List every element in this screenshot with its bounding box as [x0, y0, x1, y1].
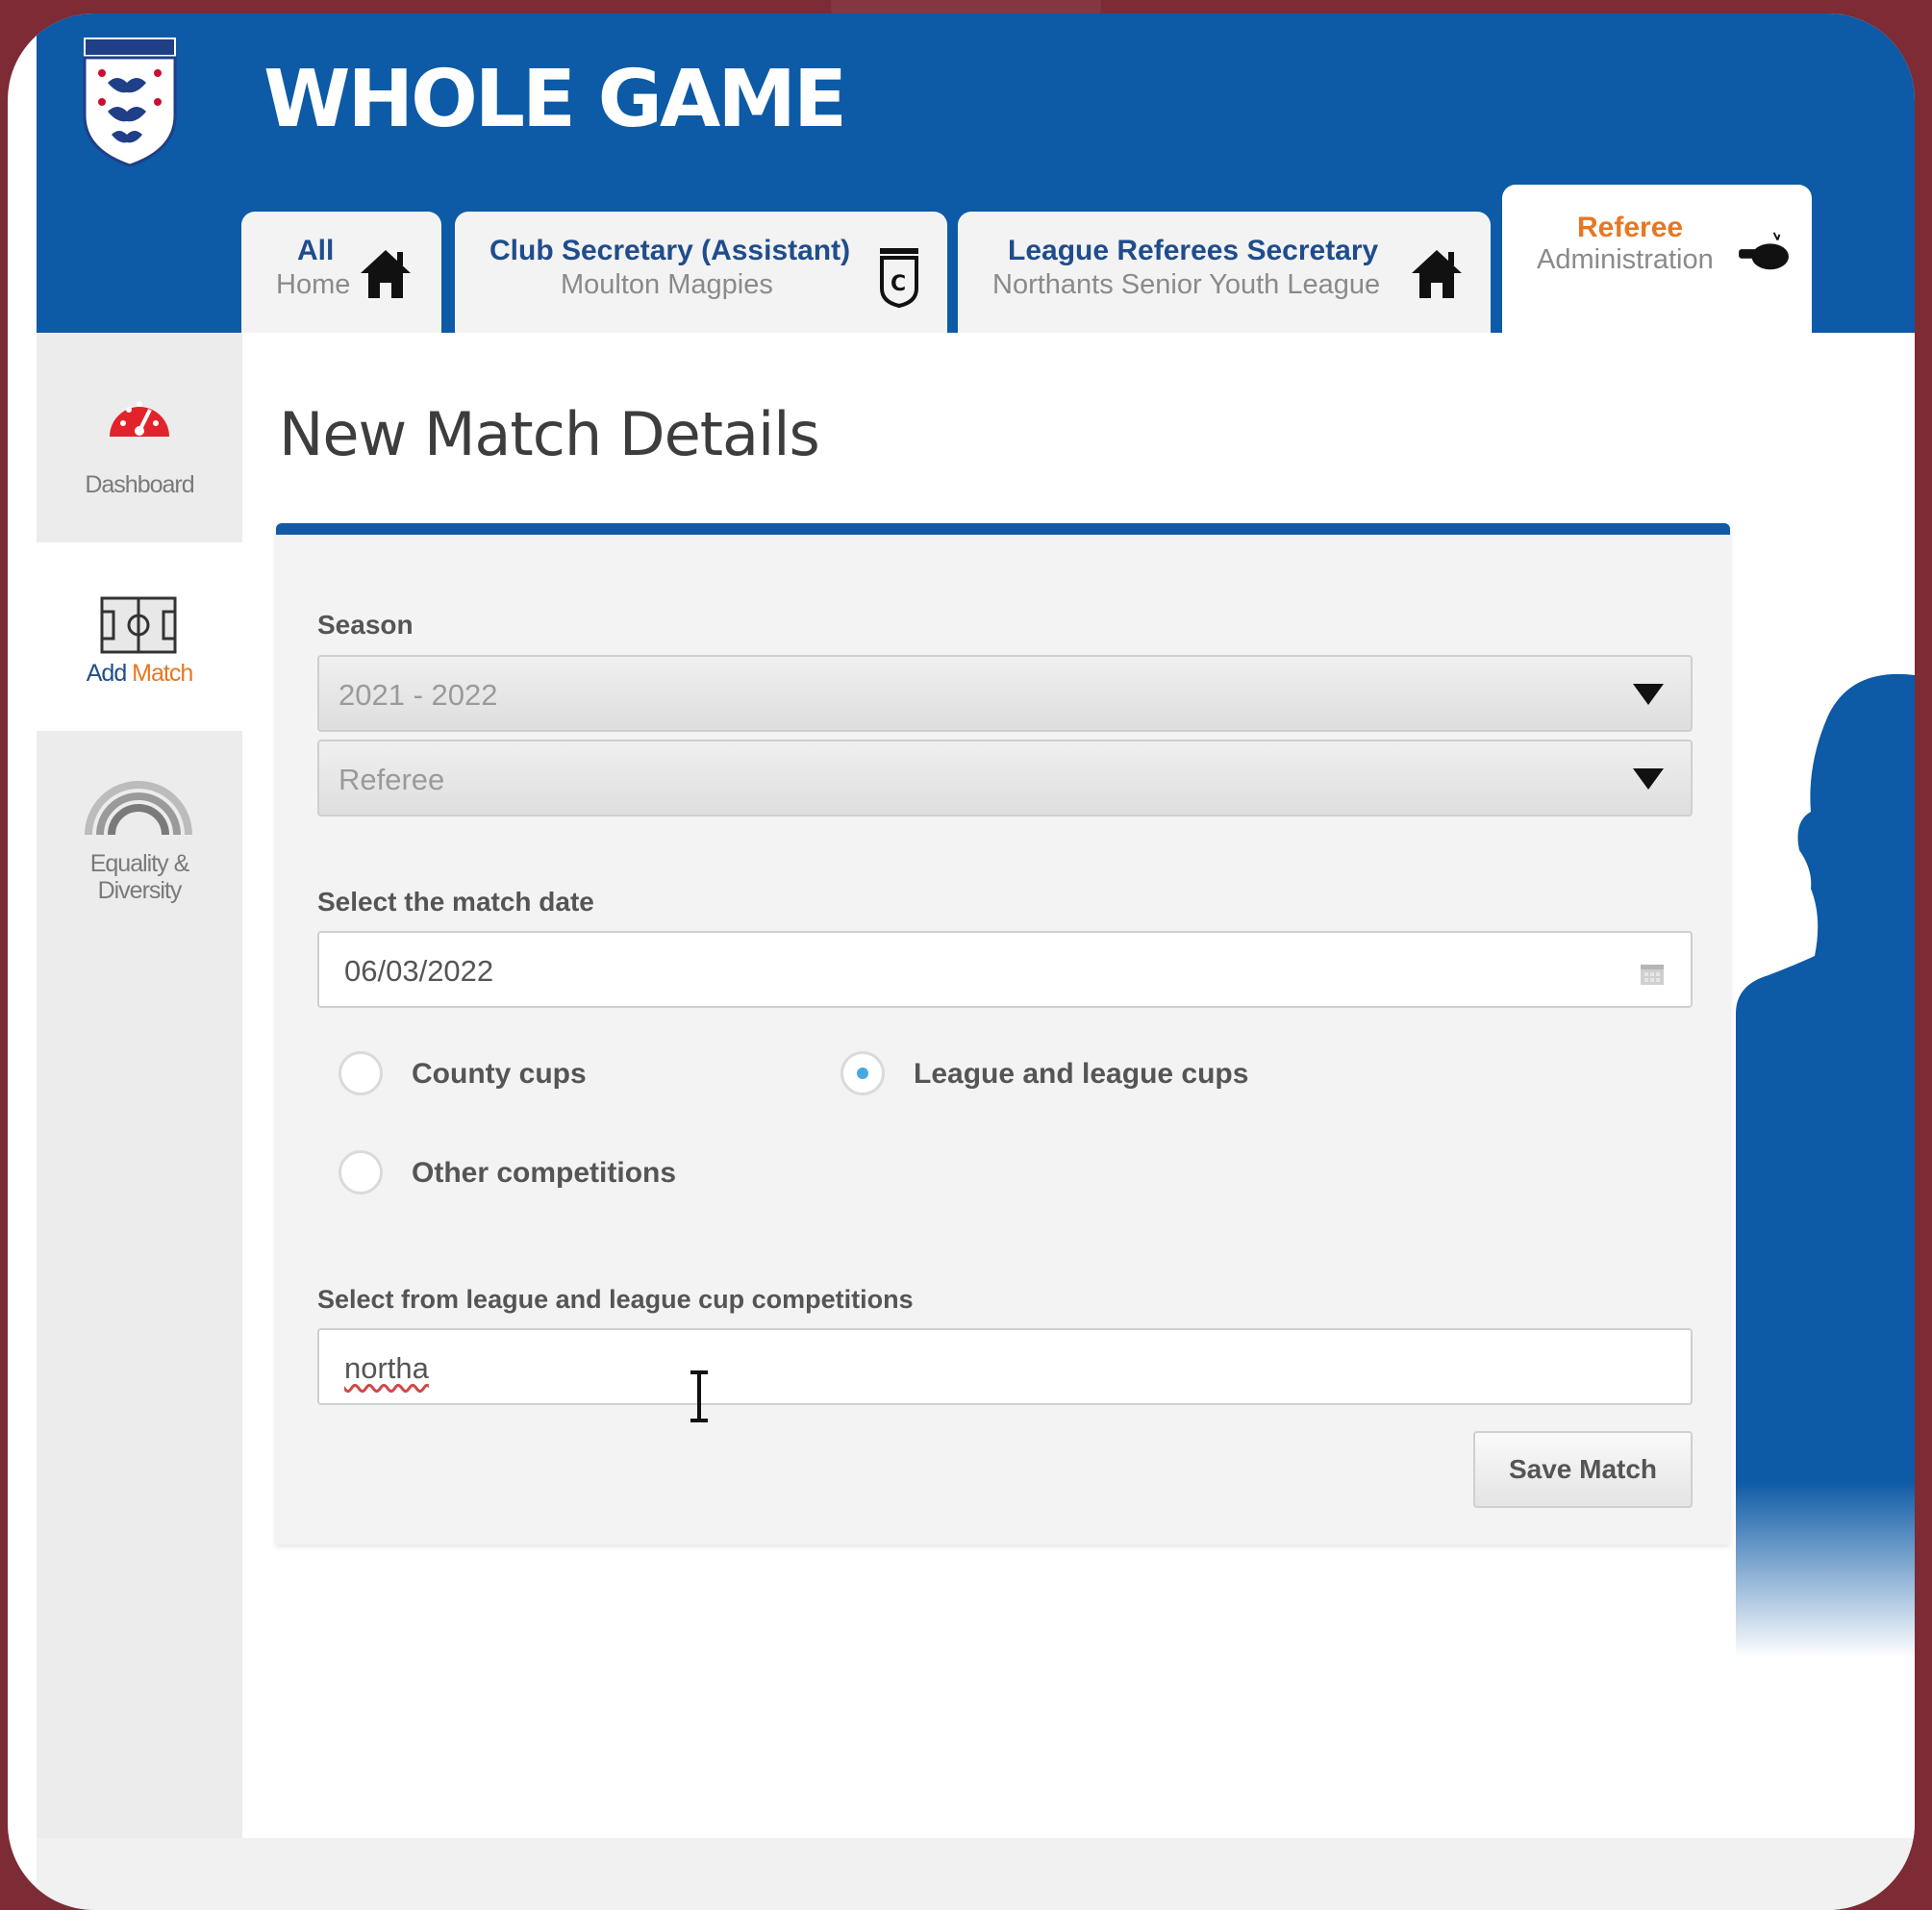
page-title: New Match Details — [279, 399, 820, 469]
season-label: Season — [317, 610, 414, 640]
tab-line2: Moulton Magpies — [561, 269, 773, 300]
radio-other-competitions[interactable] — [339, 1150, 383, 1194]
competition-label: Select from league and league cup compet… — [317, 1285, 914, 1314]
match-date-label: Select the match date — [317, 887, 594, 917]
tab-league-referees-secretary[interactable]: League Referees Secretary Northants Seni… — [958, 212, 1491, 333]
tab-all-home[interactable]: All Home — [241, 212, 441, 333]
radio-other-competitions-label[interactable]: Other competitions — [412, 1157, 676, 1190]
season-select-value: 2021 - 2022 — [339, 678, 498, 712]
sidebar-item-dashboard[interactable]: Dashboard — [37, 333, 242, 525]
tab-line1: Club Secretary (Assistant) — [489, 235, 851, 266]
role-select-value: Referee — [339, 763, 445, 796]
radio-county-cups-label[interactable]: County cups — [412, 1058, 587, 1091]
season-select[interactable]: 2021 - 2022 — [317, 655, 1693, 732]
tab-line1: All — [297, 235, 335, 266]
pitch-icon — [100, 596, 177, 654]
sidebar-item-label-line1: Equality & — [89, 850, 190, 877]
tab-referee-administration[interactable]: Referee Administration — [1502, 185, 1812, 339]
calendar-icon[interactable] — [1639, 960, 1666, 987]
competition-search-input[interactable]: northa — [317, 1328, 1693, 1405]
sidebar-item-label: Dashboard — [85, 471, 194, 498]
fa-crest-logo — [83, 38, 177, 167]
competition-search-value: northa — [344, 1351, 429, 1385]
home-icon — [1412, 250, 1462, 298]
home-icon — [361, 250, 411, 298]
radio-league-cups-label[interactable]: League and league cups — [914, 1058, 1248, 1091]
sidebar: Dashboard Add Match Equality & Diversity — [37, 333, 242, 1838]
app-title: WHOLE GAME — [263, 54, 847, 145]
chevron-down-icon — [1633, 768, 1664, 790]
label-part-match: Match — [132, 660, 193, 687]
radio-league-cups[interactable] — [841, 1051, 885, 1095]
match-date-value: 06/03/2022 — [344, 954, 494, 988]
save-match-button[interactable]: Save Match — [1473, 1431, 1693, 1508]
match-date-field[interactable]: 06/03/2022 — [317, 931, 1693, 1008]
text-cursor-icon — [690, 1370, 708, 1422]
tab-line1: League Referees Secretary — [1008, 235, 1379, 266]
dashboard-gauge-icon — [110, 401, 169, 437]
tab-club-secretary[interactable]: Club Secretary (Assistant) Moulton Magpi… — [455, 212, 947, 333]
sidebar-item-label: Add Match — [37, 660, 242, 688]
role-select[interactable]: Referee — [317, 740, 1693, 817]
sidebar-item-label-line2: Diversity — [97, 877, 183, 904]
tab-line2: Northants Senior Youth League — [992, 269, 1381, 300]
rainbow-icon — [85, 781, 192, 836]
tab-line1: Referee — [1577, 212, 1684, 243]
radio-county-cups[interactable] — [339, 1051, 383, 1095]
svg-text:C: C — [891, 272, 906, 296]
club-crest-icon: C — [880, 248, 918, 308]
player-silhouette — [1736, 673, 1915, 1658]
tab-line2: Home — [276, 269, 351, 300]
sidebar-item-equality-diversity[interactable]: Equality & Diversity — [37, 750, 242, 942]
footer-strip — [37, 1838, 1915, 1910]
label-part-add: Add — [86, 660, 133, 687]
sidebar-item-add-match[interactable]: Add Match — [37, 542, 242, 731]
chevron-down-icon — [1633, 684, 1664, 705]
whistle-icon — [1739, 232, 1789, 270]
tab-line2: Administration — [1537, 244, 1714, 275]
